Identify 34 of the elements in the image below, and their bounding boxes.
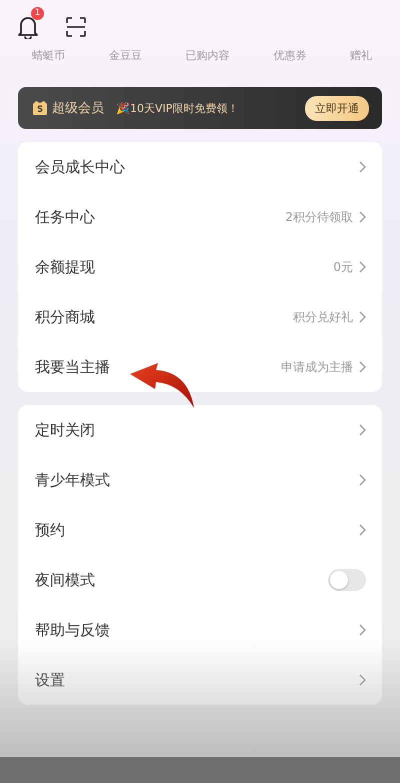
chevron-right-icon [359, 361, 366, 373]
vip-title: 超级会员 [52, 100, 104, 117]
shopping-bag-icon [32, 100, 48, 116]
vip-banner[interactable]: 超级会员 🎉10天VIP限时免费领！ 立即开通 [18, 87, 382, 129]
menu-item[interactable]: 余额提现 [35, 258, 95, 276]
menu-item[interactable]: 会员成长中心 [35, 158, 125, 176]
menu-item[interactable]: 预约 [35, 520, 65, 540]
chevron-right-icon [359, 261, 366, 273]
activate-button[interactable]: 立即开通 [305, 96, 369, 120]
promo-text: 🎉10天VIP限时免费领！ [116, 100, 240, 116]
chevron-right-icon [359, 524, 366, 536]
menu-item[interactable]: 设置 [35, 670, 65, 690]
chevron-right-icon [359, 161, 366, 173]
menu-item[interactable]: 帮助与反馈 [35, 620, 110, 640]
menu-item[interactable]: 定时关闭 [35, 420, 95, 440]
chevron-right-icon [359, 474, 366, 486]
menu-item[interactable]: 我要当主播 [35, 358, 110, 376]
menu-item[interactable]: 任务中心 [35, 208, 95, 226]
chevron-right-icon [359, 311, 366, 323]
chevron-right-icon [359, 624, 366, 636]
menu-item[interactable]: 青少年模式 [35, 470, 110, 490]
menu-item[interactable]: 夜间模式 [35, 570, 95, 590]
menu-item-value: 0元 [333, 258, 353, 276]
scan-icon[interactable] [65, 16, 87, 38]
menu-item-value: 积分兑好礼 [293, 308, 353, 326]
menu-item-value: 2积分待领取 [285, 208, 353, 226]
bell-icon[interactable] [17, 15, 39, 39]
toggle-switch[interactable] [328, 569, 366, 591]
menu-item[interactable]: 积分商城 [35, 308, 95, 326]
menu-item-value: 申请成为主播 [281, 358, 353, 376]
notification-badge: 1 [31, 7, 44, 20]
chevron-right-icon [359, 424, 366, 436]
chevron-right-icon [359, 211, 366, 223]
chevron-right-icon [359, 674, 366, 686]
